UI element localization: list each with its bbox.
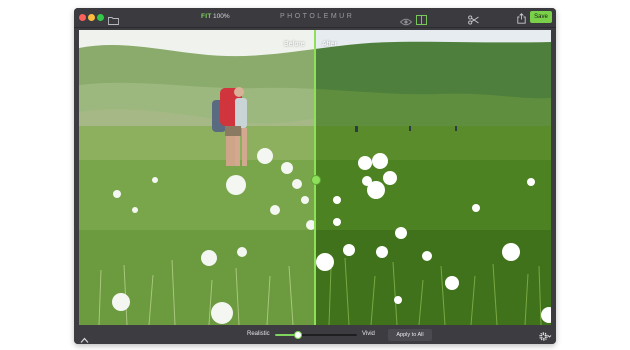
- vivid-label: Vivid: [362, 331, 375, 337]
- bottom-toolbar: Realistic Vivid Apply to All: [74, 326, 556, 344]
- close-window-button[interactable]: [79, 14, 86, 21]
- folder-icon[interactable]: [108, 12, 119, 30]
- zoom-window-button[interactable]: [97, 14, 104, 21]
- before-label: Before: [284, 41, 305, 48]
- chevron-up-icon[interactable]: [80, 331, 89, 344]
- share-icon[interactable]: [517, 11, 526, 29]
- realistic-label: Realistic: [247, 331, 270, 337]
- fit-button[interactable]: FIT: [201, 13, 212, 20]
- zoom-level[interactable]: 100%: [213, 13, 230, 20]
- app-window: FIT 100% PHOTOLEMUR Save Before After Re…: [74, 8, 556, 344]
- apply-to-all-button[interactable]: Apply to All: [388, 329, 432, 341]
- save-button[interactable]: Save: [530, 11, 552, 23]
- gear-icon[interactable]: [538, 329, 552, 344]
- minimize-window-button[interactable]: [88, 14, 95, 21]
- after-photo: [315, 30, 551, 325]
- eye-icon[interactable]: [399, 13, 413, 31]
- app-title: PHOTOLEMUR: [280, 13, 355, 20]
- compare-handle[interactable]: [311, 175, 321, 185]
- photo-preview[interactable]: Before After: [79, 30, 551, 325]
- before-photo: [79, 30, 315, 325]
- enhancement-slider-thumb[interactable]: [294, 331, 302, 339]
- split-view-icon[interactable]: [416, 12, 427, 30]
- scissors-icon[interactable]: [468, 12, 479, 30]
- after-label: After: [322, 41, 337, 48]
- title-bar: FIT 100% PHOTOLEMUR Save: [74, 8, 556, 28]
